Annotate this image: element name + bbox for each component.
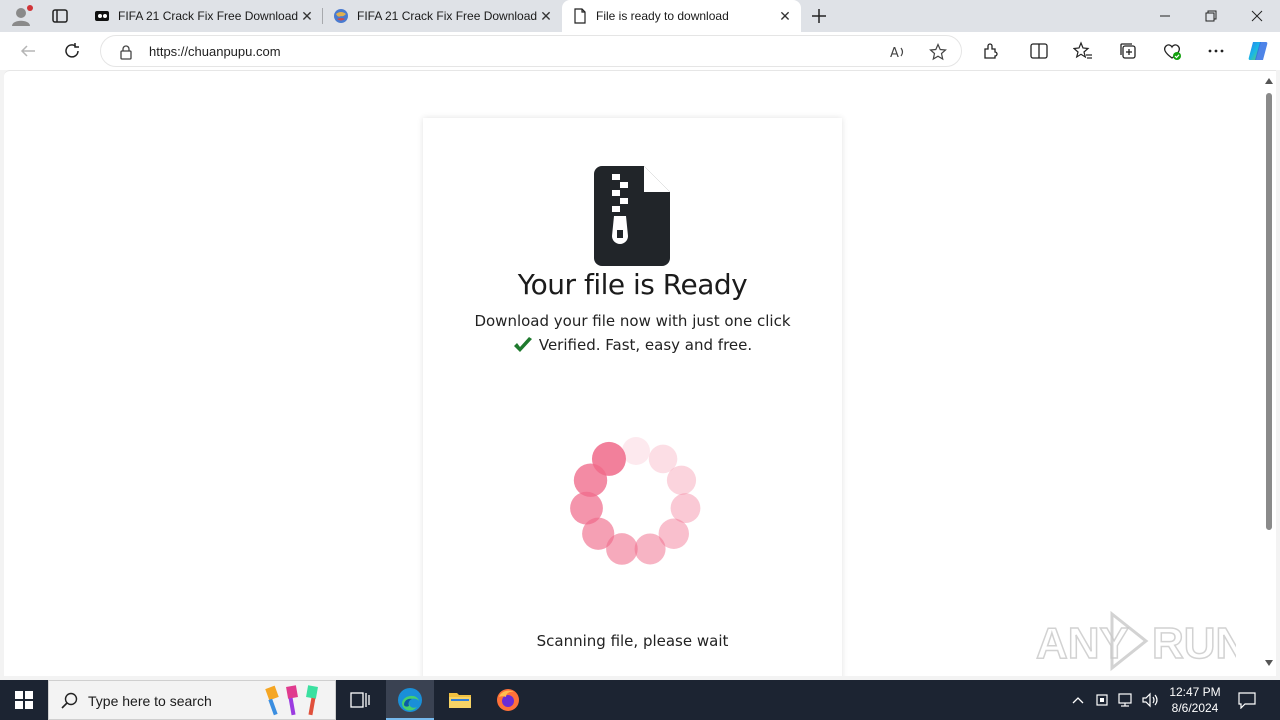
favorite-star-icon[interactable] [929, 43, 947, 61]
close-window-icon [1251, 10, 1263, 22]
chevron-up-icon [1072, 697, 1084, 704]
scroll-thumb[interactable] [1266, 93, 1272, 530]
extensions-icon[interactable] [981, 41, 1001, 61]
svg-text:ANY: ANY [1036, 619, 1129, 668]
film-icon [95, 11, 109, 21]
verified-line: Verified. Fast, easy and free. [423, 336, 842, 354]
globe-icon [334, 9, 348, 23]
refresh-icon[interactable] [62, 41, 82, 61]
download-card: Your file is Ready Download your file no… [423, 118, 842, 676]
status-text: Scanning file, please wait [536, 632, 729, 650]
taskbar-firefox[interactable] [484, 680, 532, 720]
restore-icon [1205, 10, 1217, 22]
split-screen-icon[interactable] [1029, 41, 1049, 61]
taskbar-search-box[interactable]: Type here to search [48, 680, 336, 720]
svg-text:RUN: RUN [1152, 619, 1236, 668]
clock[interactable]: 12:47 PM 8/6/2024 [1160, 684, 1230, 716]
device-icon [1096, 694, 1108, 706]
more-options-icon[interactable] [1206, 41, 1226, 61]
clipped-text-fragment [483, 674, 683, 676]
task-view-button[interactable] [336, 680, 384, 720]
tray-network[interactable] [1116, 680, 1138, 720]
page-icon [574, 8, 586, 24]
address-bar[interactable]: https://chuanpupu.com A [100, 35, 962, 67]
clock-time: 12:47 PM [1169, 685, 1221, 699]
tab-actions-icon[interactable] [50, 6, 70, 26]
spinner-dot [622, 437, 650, 465]
spinner-dot [670, 493, 701, 524]
loading-spinner [570, 437, 701, 565]
tab-file-ready[interactable]: File is ready to download ✕ [562, 0, 801, 32]
spinner-dot [666, 465, 697, 495]
browser-essentials-icon[interactable] [1162, 41, 1182, 61]
windows-logo-icon [15, 691, 33, 709]
restore-button[interactable] [1188, 0, 1234, 32]
tab-title: FIFA 21 Crack Fix Free Download [357, 9, 538, 23]
browser-toolbar: https://chuanpupu.com A [0, 32, 1280, 70]
tab-fifa-2[interactable]: FIFA 21 Crack Fix Free Download ✕ [323, 0, 562, 32]
folder-icon [449, 693, 471, 708]
copilot-icon[interactable] [1246, 39, 1270, 63]
vertical-scrollbar[interactable] [1262, 71, 1276, 676]
volume-icon [1142, 692, 1158, 708]
close-icon[interactable]: ✕ [538, 8, 554, 24]
tab-title: File is ready to download [596, 9, 729, 23]
taskbar-file-explorer[interactable] [436, 680, 484, 720]
new-tab-icon[interactable] [808, 5, 830, 27]
taskbar-edge[interactable] [386, 680, 434, 720]
spinner-dot [634, 533, 666, 565]
search-placeholder: Type here to search [88, 693, 212, 709]
notifications-button[interactable] [1232, 680, 1262, 720]
firefox-icon [497, 689, 519, 711]
collections-icon[interactable] [1118, 41, 1138, 61]
lock-icon[interactable] [119, 44, 133, 60]
minimize-button[interactable] [1142, 0, 1188, 32]
checkmark-icon [513, 337, 532, 352]
tab-title: FIFA 21 Crack Fix Free Download [118, 9, 299, 23]
verified-text: Verified. Fast, easy and free. [538, 336, 753, 354]
task-view-icon [350, 692, 370, 708]
tray-device[interactable] [1092, 680, 1112, 720]
network-icon [1118, 693, 1132, 707]
edge-icon [398, 688, 422, 712]
minimize-icon [1160, 15, 1170, 17]
spinner-dot [591, 441, 626, 476]
paint-brushes-icon [265, 685, 318, 716]
tab-strip: FIFA 21 Crack Fix Free Download ✕ FIFA 2… [0, 0, 1280, 32]
start-button[interactable] [0, 680, 48, 720]
notification-icon [1238, 692, 1256, 709]
close-icon[interactable]: ✕ [777, 8, 793, 24]
tray-volume[interactable] [1140, 680, 1162, 720]
scroll-down-arrow-icon[interactable] [1265, 659, 1273, 667]
page-title: Your file is Ready [517, 268, 748, 301]
spinner-dot [570, 491, 603, 525]
close-icon[interactable]: ✕ [299, 8, 315, 24]
clock-date: 8/6/2024 [1171, 701, 1219, 715]
page-viewport: Your file is Ready Download your file no… [4, 70, 1276, 676]
subtitle: Download your file now with just one cli… [474, 312, 791, 330]
back-icon[interactable] [18, 41, 38, 61]
favorites-icon[interactable] [1073, 41, 1093, 61]
read-aloud-icon[interactable]: A [889, 43, 907, 61]
close-window-button[interactable] [1234, 0, 1280, 32]
tab-fifa-1[interactable]: FIFA 21 Crack Fix Free Download ✕ [84, 0, 323, 32]
zip-file-icon [594, 166, 670, 266]
scroll-up-arrow-icon[interactable] [1265, 77, 1273, 85]
profile-icon[interactable] [10, 5, 34, 27]
windows-taskbar: Type here to search 12:47 PM 8/6/2024 [0, 680, 1280, 720]
svg-text:A: A [890, 46, 899, 61]
url-text[interactable]: https://chuanpupu.com [149, 44, 281, 59]
search-icon [61, 692, 78, 709]
show-hidden-icons[interactable] [1068, 680, 1088, 720]
anyrun-watermark: ANY RUN [1036, 610, 1236, 672]
